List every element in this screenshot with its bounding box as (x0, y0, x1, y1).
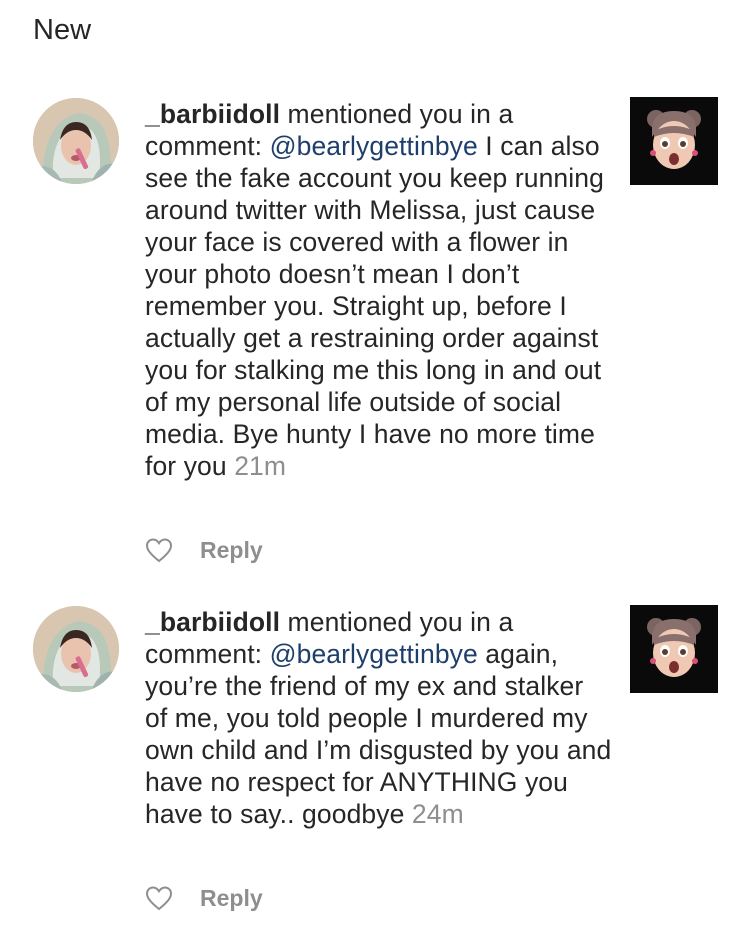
notification-text: _barbiidoll mentioned you in a comment: … (145, 98, 613, 482)
notification-text: _barbiidoll mentioned you in a comment: … (145, 606, 613, 830)
notification-actions: Reply (145, 883, 263, 913)
section-title-new: New (33, 14, 92, 46)
heart-outline-icon[interactable] (145, 537, 173, 563)
notification-actions: Reply (145, 535, 263, 565)
comment-text: I can also see the fake account you keep… (145, 131, 604, 481)
avatar[interactable] (33, 98, 119, 184)
mention-link[interactable]: @bearlygettinbye (270, 639, 478, 669)
timestamp: 21m (234, 451, 287, 481)
post-thumbnail[interactable] (630, 605, 718, 693)
username-link[interactable]: _barbiidoll (145, 99, 280, 129)
avatar[interactable] (33, 606, 119, 692)
post-thumbnail[interactable] (630, 97, 718, 185)
mention-link[interactable]: @bearlygettinbye (270, 131, 478, 161)
timestamp: 24m (411, 799, 464, 829)
reply-button[interactable]: Reply (200, 537, 263, 564)
heart-outline-icon[interactable] (145, 885, 173, 911)
reply-button[interactable]: Reply (200, 885, 263, 912)
username-link[interactable]: _barbiidoll (145, 607, 280, 637)
